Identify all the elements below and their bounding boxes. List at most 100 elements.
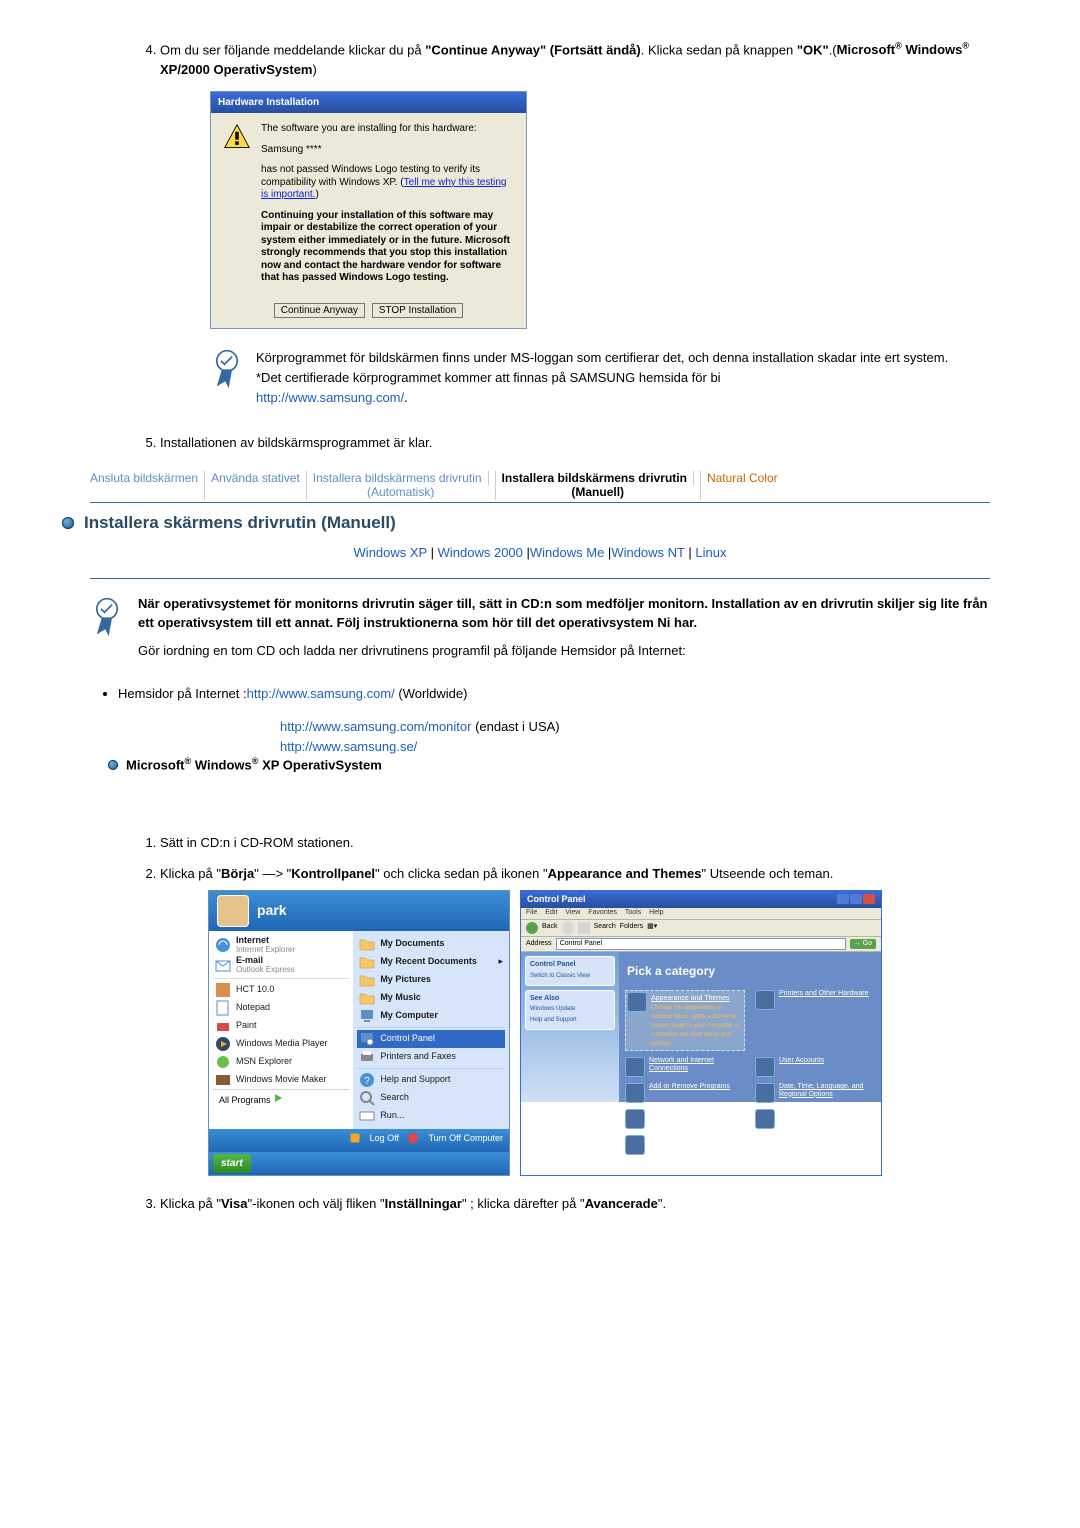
menu-item-recent[interactable]: My Recent Documents ▸ [357, 953, 505, 971]
svg-text:?: ? [365, 1076, 371, 1087]
os-me[interactable]: Windows Me [530, 545, 604, 560]
url-samsung-se[interactable]: http://www.samsung.se/ [280, 739, 417, 754]
hw-line2: has not passed Windows Logo testing to v… [261, 164, 514, 202]
logoff-button[interactable]: Log Off [349, 1132, 399, 1146]
folder-icon [359, 972, 375, 988]
menu-item-wmm[interactable]: Windows Movie Maker [213, 1071, 349, 1089]
go-button[interactable]: → Go [850, 939, 876, 950]
step-4: Om du ser följande meddelande klickar du… [160, 40, 990, 409]
xp-step-1: Sätt in CD:n i CD-ROM stationen. [160, 833, 990, 853]
cat-accessibility[interactable]: Accessibility Options [755, 1109, 875, 1129]
notepad-icon [215, 1000, 231, 1016]
cp-toolbar: Back Search Folders ▦▾ [521, 920, 881, 937]
menu-item-controlpanel[interactable]: Control Panel [357, 1030, 505, 1048]
username: park [257, 900, 287, 921]
menu-item-music[interactable]: My Music [357, 989, 505, 1007]
tab-driver-auto[interactable]: Installera bildskärmens drivrutin(Automa… [307, 471, 496, 500]
step4-ok: "OK" [797, 42, 829, 57]
cat-printers[interactable]: Printers and Other Hardware [755, 990, 875, 1051]
os-nt[interactable]: Windows NT [611, 545, 684, 560]
menu-file[interactable]: File [526, 909, 537, 916]
step4-text: Om du ser följande meddelande klickar du… [160, 42, 425, 57]
os-links: Windows XP | Windows 2000 |Windows Me |W… [90, 545, 990, 560]
menu-item-pics[interactable]: My Pictures [357, 971, 505, 989]
mail-icon [215, 958, 231, 974]
intro-bold: När operativsystemet för monitorns drivr… [138, 595, 990, 633]
cp-left-pane1: Control Panel Switch to Classic View [525, 956, 615, 986]
maximize-icon[interactable] [850, 894, 862, 904]
turnoff-button[interactable]: Turn Off Computer [407, 1132, 503, 1146]
controlpanel-icon [359, 1031, 375, 1047]
menu-item-paint[interactable]: Paint [213, 1017, 349, 1035]
menu-view[interactable]: View [565, 909, 580, 916]
menu-tools[interactable]: Tools [625, 909, 641, 916]
address-input[interactable]: Control Panel [556, 938, 846, 951]
start-button[interactable]: start [213, 1154, 251, 1173]
url-samsung-com[interactable]: http://www.samsung.com/ [247, 686, 395, 701]
minimize-icon[interactable] [837, 894, 849, 904]
stop-installation-button[interactable]: STOP Installation [372, 303, 463, 318]
url-samsung-monitor[interactable]: http://www.samsung.com/monitor [280, 719, 471, 734]
menu-item-mydocs[interactable]: My Documents [357, 935, 505, 953]
performance-icon [625, 1135, 645, 1155]
cat-users[interactable]: User Accounts [755, 1057, 875, 1077]
tab-row: Ansluta bildskärmen Använda stativet Ins… [90, 471, 990, 503]
all-programs[interactable]: All Programs [213, 1089, 349, 1111]
menu-item-printers[interactable]: Printers and Faxes [357, 1048, 505, 1066]
help-support-link[interactable]: Help and Support [530, 1015, 610, 1026]
menu-item-hct[interactable]: HCT 10.0 [213, 981, 349, 999]
os-linux[interactable]: Linux [695, 545, 726, 560]
up-icon[interactable] [578, 922, 590, 934]
cat-network[interactable]: Network and Internet Connections [625, 1057, 745, 1077]
samsung-url[interactable]: http://www.samsung.com/ [256, 390, 404, 405]
menu-item-wmp[interactable]: Windows Media Player [213, 1035, 349, 1053]
forward-icon[interactable] [562, 922, 574, 934]
tab-driver-manual[interactable]: Installera bildskärmens drivrutin(Manuel… [496, 471, 701, 500]
start-menu-screenshot: park InternetInternet Explorer E-mailOut… [208, 890, 510, 1176]
back-icon[interactable] [526, 922, 538, 934]
tab-connect[interactable]: Ansluta bildskärmen [90, 471, 205, 500]
menu-edit[interactable]: Edit [545, 909, 557, 916]
menu-item-notepad[interactable]: Notepad [213, 999, 349, 1017]
network-icon [625, 1057, 645, 1077]
os-xp[interactable]: Windows XP [354, 545, 427, 560]
dialog-title: Hardware Installation [211, 92, 526, 113]
menu-item-email[interactable]: E-mailOutlook Express [213, 955, 349, 976]
step5-text: Installationen av bildskärmsprogrammet ä… [160, 435, 432, 450]
cat-datetime[interactable]: Date, Time, Language, and Regional Optio… [755, 1083, 875, 1103]
menu-item-search[interactable]: Search [357, 1089, 505, 1107]
certification-note: Körprogrammet för bildskärmen finns unde… [210, 349, 990, 410]
cat-addremove[interactable]: Add or Remove Programs [625, 1083, 745, 1103]
menu-item-run[interactable]: Run... [357, 1107, 505, 1125]
cat-sounds[interactable]: Sounds, Speech, and Audio Devices [625, 1109, 745, 1129]
tab-stand[interactable]: Använda stativet [205, 471, 307, 500]
switch-classic-link[interactable]: Switch to Classic View [530, 971, 610, 982]
continue-anyway-button[interactable]: Continue Anyway [274, 303, 365, 318]
accessibility-icon [755, 1109, 775, 1129]
section-title: Installera skärmens drivrutin (Manuell) [84, 513, 396, 533]
step4-continue: "Continue Anyway" (Fortsätt ändå) [425, 42, 641, 57]
avatar [217, 895, 249, 927]
pick-category-heading: Pick a category [627, 962, 875, 980]
tab-natural-color[interactable]: Natural Color [701, 471, 784, 500]
cp-window-title: Control Panel [527, 893, 586, 907]
menu-help[interactable]: Help [649, 909, 663, 916]
warning-icon [223, 123, 251, 151]
hw-device: Samsung **** [261, 144, 514, 157]
datetime-icon [755, 1083, 775, 1103]
menu-item-msn[interactable]: MSN Explorer [213, 1053, 349, 1071]
folder-icon [359, 954, 375, 970]
windows-update-link[interactable]: Windows Update [530, 1004, 610, 1015]
menu-item-help[interactable]: ?Help and Support [357, 1071, 505, 1089]
close-icon[interactable] [863, 894, 875, 904]
paint-icon [215, 1018, 231, 1034]
menu-fav[interactable]: Favorites [588, 909, 617, 916]
cat-performance[interactable]: Performance and Maintenance [625, 1135, 745, 1155]
cat-appearance-themes[interactable]: Appearance and ThemesChange the appearan… [625, 990, 745, 1051]
power-icon [407, 1132, 419, 1144]
appearance-icon [627, 992, 647, 1012]
logoff-icon [349, 1132, 361, 1144]
menu-item-internet[interactable]: InternetInternet Explorer [213, 935, 349, 956]
menu-item-mycomp[interactable]: My Computer [357, 1007, 505, 1025]
os-2000[interactable]: Windows 2000 [438, 545, 523, 560]
